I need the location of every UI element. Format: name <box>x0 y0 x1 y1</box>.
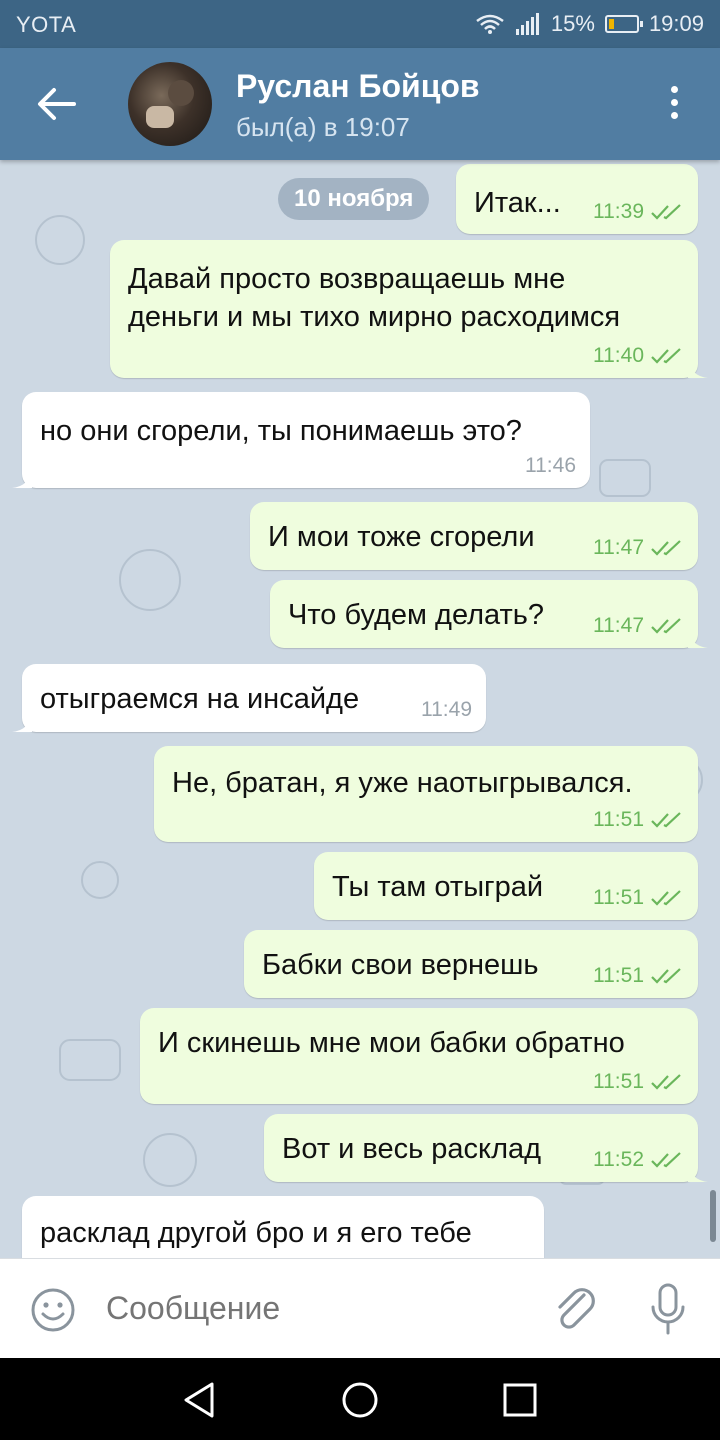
message-bubble-outgoing[interactable]: Вот и весь расклад 11:52 <box>264 1114 708 1182</box>
message-time: 11:51 <box>593 808 644 831</box>
message-text: И скинешь мне мои бабки обратно <box>158 1027 625 1059</box>
carrier-name: YOTA <box>16 12 77 37</box>
message-text: Не, братан, я уже наотыгрывался. <box>172 767 633 799</box>
message-text: Бабки свои вернешь <box>262 949 539 981</box>
message-time: 11:52 <box>593 1148 644 1171</box>
message-bubble-outgoing[interactable]: Итак... 11:39 <box>456 164 698 234</box>
message-text: расклад другой бро и я его тебе <box>40 1217 472 1249</box>
message-meta: 11:46 <box>525 454 576 478</box>
message-meta: 11:51 <box>593 964 684 988</box>
clock: 19:09 <box>648 11 704 36</box>
nav-recent-apps-icon[interactable] <box>502 1382 538 1418</box>
message-bubble-outgoing[interactable]: Ты там отыграй 11:51 <box>314 852 698 920</box>
message-bubble-outgoing[interactable]: Бабки свои вернешь 11:51 <box>244 930 698 998</box>
double-check-icon <box>651 540 681 556</box>
message-meta: 11:51 <box>593 808 684 832</box>
message-bubble-incoming[interactable]: но они сгорели, ты понимаешь это? 11:46 <box>12 392 590 488</box>
contact-name[interactable]: Руслан Бойцов <box>236 68 480 105</box>
message-meta: 11:52 <box>593 1148 684 1172</box>
message-meta: 11:51 <box>593 886 684 910</box>
double-check-icon <box>651 812 681 828</box>
double-check-icon <box>651 1152 681 1168</box>
message-time: 11:39 <box>593 200 644 223</box>
message-input[interactable] <box>104 1289 528 1328</box>
message-text: И мои тоже сгорели <box>268 521 535 553</box>
battery-percent: 15% <box>550 11 595 36</box>
nav-back-icon[interactable] <box>180 1380 220 1420</box>
message-meta: 11:47 <box>593 536 684 560</box>
back-arrow-icon[interactable] <box>34 84 78 124</box>
message-text: Давай просто возвращаешь мне деньги и мы… <box>128 263 621 333</box>
more-vert-icon[interactable] <box>668 86 680 126</box>
message-bubble-outgoing[interactable]: Давай просто возвращаешь мне деньги и мы… <box>110 240 708 378</box>
double-check-icon <box>651 1074 681 1090</box>
message-bubble-incoming[interactable]: отыграемся на инсайде 11:49 <box>12 664 486 732</box>
chat-header: Руслан Бойцов был(а) в 19:07 <box>0 48 720 160</box>
bubble-tail <box>12 712 32 732</box>
last-seen-status: был(а) в 19:07 <box>236 112 410 142</box>
message-bubble-outgoing[interactable]: И мои тоже сгорели 11:47 <box>250 502 698 570</box>
emoji-icon[interactable] <box>30 1287 76 1333</box>
double-check-icon <box>651 968 681 984</box>
mic-icon[interactable] <box>648 1283 688 1335</box>
message-time: 11:47 <box>593 614 644 637</box>
date-chip: 10 ноября <box>278 178 430 220</box>
message-text: Что будем делать? <box>288 599 545 631</box>
message-meta: 11:40 <box>593 344 684 368</box>
signal-icon <box>515 13 539 35</box>
message-time: 11:51 <box>593 964 644 987</box>
message-bubble-outgoing[interactable]: Что будем делать? 11:47 <box>270 580 708 648</box>
message-time: 11:46 <box>525 454 576 477</box>
message-bubble-outgoing[interactable]: И скинешь мне мои бабки обратно 11:51 <box>140 1008 698 1104</box>
wifi-icon <box>476 14 504 34</box>
message-time: 11:51 <box>593 886 644 909</box>
bubble-tail <box>688 358 708 378</box>
status-bar: YOTA 15% 19:09 <box>0 0 720 48</box>
chat-area[interactable]: 10 ноября Итак... 11:39 Давай просто воз… <box>0 160 720 1258</box>
message-input-bar <box>0 1258 720 1359</box>
message-time: 11:40 <box>593 344 644 367</box>
message-time: 11:47 <box>593 536 644 559</box>
bubble-tail <box>12 468 32 488</box>
message-meta: 11:49 <box>421 698 472 722</box>
double-check-icon <box>651 618 681 634</box>
message-bubble-outgoing[interactable]: Не, братан, я уже наотыгрывался. 11:51 <box>154 746 698 842</box>
nav-home-icon[interactable] <box>340 1380 380 1420</box>
message-text: но они сгорели, ты понимаешь это? <box>40 415 522 447</box>
bubble-tail <box>688 1162 708 1182</box>
battery-icon <box>604 15 643 33</box>
message-text: Итак... <box>474 187 561 219</box>
message-text: Ты там отыграй <box>332 871 544 903</box>
double-check-icon <box>651 348 681 364</box>
message-meta: 11:39 <box>593 200 684 224</box>
attach-icon[interactable] <box>552 1285 600 1335</box>
message-text: отыграемся на инсайде <box>40 683 360 715</box>
double-check-icon <box>651 204 681 220</box>
message-meta: 11:47 <box>593 614 684 638</box>
scrollbar[interactable] <box>710 1190 716 1242</box>
double-check-icon <box>651 890 681 906</box>
message-text: Вот и весь расклад <box>282 1133 542 1165</box>
message-bubble-incoming[interactable]: расклад другой бро и я его тебе <box>22 1196 544 1258</box>
avatar[interactable] <box>128 62 212 146</box>
message-meta: 11:51 <box>593 1070 684 1094</box>
system-navigation-bar <box>0 1358 720 1440</box>
message-time: 11:51 <box>593 1070 644 1093</box>
bubble-tail <box>688 628 708 648</box>
message-time: 11:49 <box>421 698 472 721</box>
